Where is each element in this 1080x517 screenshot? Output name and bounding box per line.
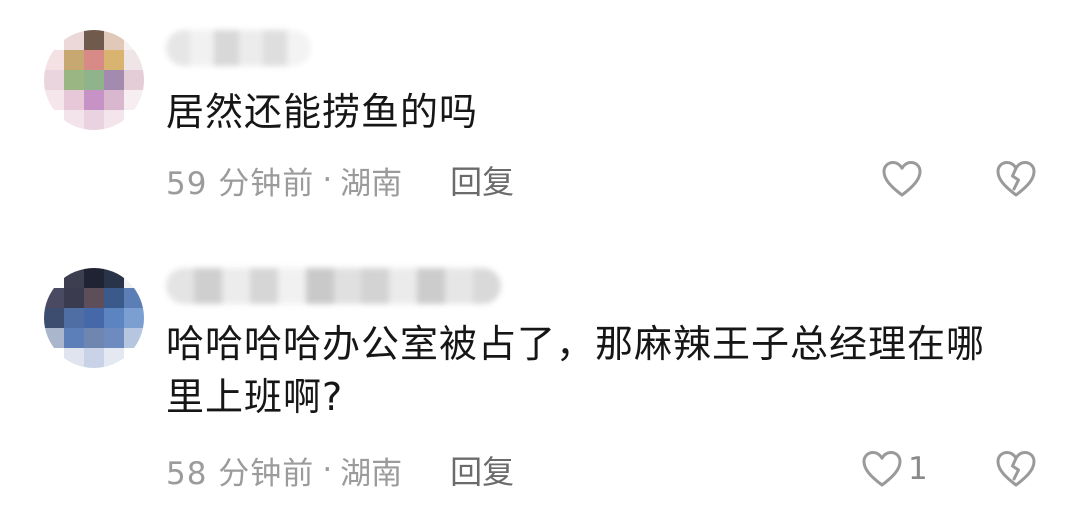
avatar-mosaic-cell <box>84 110 104 130</box>
username-mosaic-cell <box>221 268 250 304</box>
avatar-mosaic-cell <box>84 90 104 110</box>
comment-text: 居然还能捞鱼的吗 <box>166 90 479 134</box>
heart-icon <box>880 159 924 199</box>
avatar-mosaic-cell <box>44 50 64 70</box>
avatar-mosaic-cell <box>44 308 64 328</box>
avatar-mosaic-cell <box>64 348 84 368</box>
avatar-mosaic-cell <box>104 288 124 308</box>
avatar-mosaic-cell <box>64 308 84 328</box>
avatar-mosaic-cell <box>44 90 64 110</box>
comment-time: 59 分钟前 <box>166 165 315 202</box>
avatar-mosaic-cell <box>44 328 64 348</box>
avatar-mosaic-cell <box>64 70 84 90</box>
username-mosaic-cell <box>249 268 278 304</box>
avatar-mosaic-cell <box>44 70 64 90</box>
avatar-mosaic-cell <box>44 30 64 50</box>
avatar-mosaic-cell <box>124 30 144 50</box>
avatar-mosaic-cell <box>84 348 104 368</box>
avatar-mosaic-cell <box>84 288 104 308</box>
username-mosaic-cell <box>417 268 446 304</box>
username-mosaic-cell <box>389 268 418 304</box>
broken-heart-icon <box>994 449 1038 489</box>
avatar-mosaic-cell <box>104 90 124 110</box>
avatar-mosaic-cell <box>84 50 104 70</box>
comment-item: 哈哈哈哈办公室被占了，那麻辣王子总经理在哪里上班啊? 58 分钟前 · 湖南 回… <box>0 230 1080 517</box>
username-mosaic-cell <box>214 30 239 66</box>
avatar-mosaic-cell <box>104 328 124 348</box>
username-blurred[interactable] <box>166 268 501 304</box>
avatar-mosaic-cell <box>104 308 124 328</box>
avatar-mosaic-cell <box>104 348 124 368</box>
avatar-mosaic-cell <box>44 110 64 130</box>
comment-location: 湖南 <box>340 455 403 492</box>
comment-location: 湖南 <box>340 165 403 202</box>
avatar-mosaic-cell <box>124 328 144 348</box>
avatar-mosaic-cell <box>64 268 84 288</box>
username-mosaic-cell <box>473 268 501 304</box>
reply-button[interactable]: 回复 <box>450 447 514 493</box>
comment-item: 居然还能捞鱼的吗 59 分钟前 · 湖南 回复 <box>0 0 1080 230</box>
avatar-mosaic-cell <box>84 70 104 90</box>
avatar-mosaic-cell <box>84 328 104 348</box>
meta-separator: · <box>322 452 333 488</box>
avatar-mosaic-cell <box>64 50 84 70</box>
dislike-button[interactable] <box>994 159 1038 199</box>
avatar-mosaic-cell <box>124 268 144 288</box>
avatar-mosaic-cell <box>124 50 144 70</box>
username-mosaic-cell <box>361 268 390 304</box>
username-mosaic-cell <box>238 30 263 66</box>
avatar[interactable] <box>44 268 144 368</box>
dislike-button[interactable] <box>994 449 1038 489</box>
avatar-mosaic-cell <box>124 308 144 328</box>
avatar-mosaic-cell <box>64 30 84 50</box>
username-blurred[interactable] <box>166 30 311 66</box>
comment-meta: 59 分钟前 · 湖南 回复 <box>166 156 514 204</box>
broken-heart-icon <box>994 159 1038 199</box>
avatar-mosaic-cell <box>64 90 84 110</box>
avatar-mosaic-cell <box>124 288 144 308</box>
like-button[interactable] <box>880 159 928 199</box>
avatar-mosaic-cell <box>64 110 84 130</box>
like-count: 1 <box>908 451 928 487</box>
username-mosaic-cell <box>445 268 474 304</box>
meta-separator: · <box>322 162 333 198</box>
username-mosaic-cell <box>277 268 306 304</box>
avatar-mosaic-cell <box>104 50 124 70</box>
avatar-mosaic-cell <box>84 30 104 50</box>
avatar-mosaic-cell <box>84 268 104 288</box>
avatar-mosaic-cell <box>84 308 104 328</box>
heart-icon <box>860 449 904 489</box>
username-mosaic-cell <box>190 30 215 66</box>
avatar-mosaic-cell <box>104 268 124 288</box>
username-mosaic-cell <box>193 268 222 304</box>
username-mosaic-cell <box>305 268 334 304</box>
username-mosaic-cell <box>166 30 191 66</box>
avatar-mosaic-cell <box>64 288 84 308</box>
reply-button[interactable]: 回复 <box>450 157 514 203</box>
avatar-mosaic-cell <box>104 110 124 130</box>
avatar-mosaic-cell <box>104 30 124 50</box>
avatar-mosaic-cell <box>64 328 84 348</box>
avatar-mosaic-cell <box>104 70 124 90</box>
username-mosaic-cell <box>286 30 311 66</box>
comment-meta: 58 分钟前 · 湖南 回复 <box>166 446 514 494</box>
avatar-mosaic-cell <box>124 110 144 130</box>
avatar-mosaic-cell <box>44 268 64 288</box>
avatar-mosaic-cell <box>124 70 144 90</box>
avatar-mosaic-cell <box>124 90 144 110</box>
avatar-mosaic-cell <box>124 348 144 368</box>
comment-time: 58 分钟前 <box>166 455 315 492</box>
username-mosaic-cell <box>262 30 287 66</box>
avatar-mosaic-cell <box>44 348 64 368</box>
username-mosaic-cell <box>166 268 194 304</box>
username-mosaic-cell <box>333 268 362 304</box>
avatar-mosaic-cell <box>44 288 64 308</box>
comment-text: 哈哈哈哈办公室被占了，那麻辣王子总经理在哪里上班啊? <box>166 322 986 419</box>
avatar[interactable] <box>44 30 144 130</box>
like-button[interactable]: 1 <box>860 449 928 489</box>
